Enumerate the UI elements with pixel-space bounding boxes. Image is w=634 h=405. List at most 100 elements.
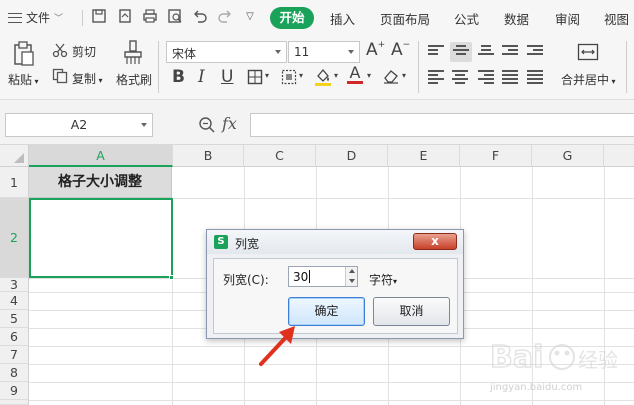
save-icon[interactable] xyxy=(90,8,108,26)
align-top-icon[interactable] xyxy=(428,45,444,58)
align-bottom-icon[interactable] xyxy=(478,45,494,58)
divider xyxy=(626,41,627,93)
spin-down-icon[interactable] xyxy=(349,279,355,283)
dialog-title: 列宽 xyxy=(235,237,260,251)
watermark-url: jingyan.baidu.com xyxy=(490,382,583,393)
dropdown-icon: ▾ xyxy=(96,76,103,85)
paste-icon[interactable] xyxy=(12,41,36,67)
dialog-body: 列宽(C): 30 字符▾ 确定 取消 xyxy=(213,258,458,334)
font-name-select[interactable]: 宋体 xyxy=(166,41,287,63)
row-header-9[interactable]: 9 xyxy=(0,382,29,400)
column-width-input[interactable]: 30 xyxy=(288,266,358,287)
tab-formulas[interactable]: 公式 xyxy=(454,9,479,28)
italic-icon[interactable]: I xyxy=(198,67,205,87)
align-center-icon[interactable] xyxy=(452,70,468,84)
dropdown-icon[interactable]: ▾ xyxy=(367,71,371,80)
decrease-indent-icon[interactable] xyxy=(502,45,518,58)
spin-up-icon[interactable] xyxy=(349,269,355,273)
column-header-c[interactable]: C xyxy=(244,145,316,167)
dropdown-icon[interactable]: ▾ xyxy=(402,71,406,80)
increase-font-icon[interactable]: A+ xyxy=(366,40,385,60)
paste-button[interactable]: 粘贴 ▾ xyxy=(8,71,39,88)
file-menu[interactable]: 文件 ﹀ xyxy=(8,9,63,26)
column-header-d[interactable]: D xyxy=(316,145,388,167)
cell-a2-selected[interactable] xyxy=(29,198,173,278)
column-header-h[interactable] xyxy=(604,145,634,167)
column-header-a[interactable]: A xyxy=(29,145,173,167)
copy-label: 复制 xyxy=(72,72,97,86)
font-name-value: 宋体 xyxy=(172,47,197,61)
format-painter-button[interactable]: 格式刷 xyxy=(116,71,152,88)
tab-view[interactable]: 视图 xyxy=(604,9,629,28)
dropdown-icon: ▾ xyxy=(609,77,616,86)
undo-icon[interactable] xyxy=(191,8,209,26)
row-header-10[interactable] xyxy=(0,400,29,405)
customize-toolbar-icon[interactable]: ▽ xyxy=(241,8,259,26)
dialog-titlebar[interactable]: S 列宽 x xyxy=(207,230,463,254)
row-header-4[interactable]: 4 xyxy=(0,292,29,310)
tab-page-layout[interactable]: 页面布局 xyxy=(380,9,430,28)
formula-input[interactable] xyxy=(250,113,634,137)
row-header-3[interactable]: 3 xyxy=(0,278,29,292)
increase-indent-icon[interactable] xyxy=(527,45,543,58)
select-all-corner[interactable] xyxy=(0,145,29,167)
row-header-8[interactable]: 8 xyxy=(0,364,29,382)
underline-icon[interactable]: U xyxy=(221,67,233,87)
column-header-g[interactable]: G xyxy=(532,145,604,167)
dropdown-icon[interactable]: ▾ xyxy=(265,71,269,80)
file-menu-label: 文件 xyxy=(26,11,51,25)
row-header-2[interactable]: 2 xyxy=(0,198,29,278)
decrease-font-icon[interactable]: A− xyxy=(391,40,410,60)
cut-button[interactable]: 剪切 xyxy=(72,43,96,60)
cell-a1[interactable]: 格子大小调整 xyxy=(29,167,172,198)
dropdown-icon[interactable]: ▾ xyxy=(299,71,303,80)
column-width-label: 列宽(C): xyxy=(223,273,269,287)
row-header-5[interactable]: 5 xyxy=(0,310,29,328)
insert-function-icon[interactable]: fx xyxy=(222,114,237,133)
export-pdf-icon[interactable] xyxy=(116,8,134,26)
align-right-icon[interactable] xyxy=(478,70,494,84)
print-icon[interactable] xyxy=(141,8,159,26)
divider xyxy=(82,10,83,26)
column-header-b[interactable]: B xyxy=(173,145,244,167)
clear-format-icon[interactable] xyxy=(382,68,400,84)
distributed-icon[interactable] xyxy=(527,70,543,84)
name-box-value: A2 xyxy=(70,117,88,132)
column-header-f[interactable]: F xyxy=(460,145,532,167)
dropdown-icon: ▾ xyxy=(32,77,39,86)
tab-home[interactable]: 开始 xyxy=(270,7,314,29)
redo-icon[interactable] xyxy=(216,8,234,26)
merge-center-label: 合并居中 xyxy=(561,73,610,87)
name-box[interactable]: A2 xyxy=(5,113,153,137)
bold-icon[interactable]: B xyxy=(172,67,185,87)
tab-review[interactable]: 审阅 xyxy=(555,9,580,28)
menu-bar: 文件 ﹀ ▽ 开始 插入 页面布局 公式 数据 审阅 视图 xyxy=(0,0,634,35)
align-left-icon[interactable] xyxy=(428,70,444,84)
close-button[interactable]: x xyxy=(413,233,457,250)
unit-select[interactable]: 字符▾ xyxy=(369,271,397,288)
print-preview-icon[interactable] xyxy=(166,8,184,26)
font-size-select[interactable]: 11 xyxy=(288,41,360,63)
svg-text:经验: 经验 xyxy=(578,348,618,372)
align-middle-icon[interactable] xyxy=(450,42,472,62)
row-header-1[interactable]: 1 xyxy=(0,167,29,198)
tab-insert[interactable]: 插入 xyxy=(330,9,355,28)
annotation-arrow-icon xyxy=(259,326,295,366)
dropdown-icon: ▾ xyxy=(393,277,398,286)
cancel-button[interactable]: 取消 xyxy=(373,297,450,326)
borders-icon[interactable] xyxy=(247,69,263,85)
column-header-e[interactable]: E xyxy=(388,145,460,167)
justify-icon[interactable] xyxy=(502,70,518,84)
row-header-7[interactable]: 7 xyxy=(0,346,29,364)
spinner[interactable] xyxy=(345,267,357,286)
fill-handle[interactable] xyxy=(169,275,174,280)
zoom-search-icon[interactable] xyxy=(198,116,216,134)
row-header-6[interactable]: 6 xyxy=(0,328,29,346)
merge-center-button[interactable]: 合并居中 ▾ xyxy=(561,71,616,88)
font-color-icon[interactable]: A xyxy=(347,65,363,85)
fill-color-icon[interactable] xyxy=(314,67,332,87)
dropdown-icon[interactable]: ▾ xyxy=(334,71,338,80)
tab-data[interactable]: 数据 xyxy=(504,9,529,28)
copy-button[interactable]: 复制 ▾ xyxy=(72,70,103,87)
fill-pattern-icon[interactable] xyxy=(281,69,297,85)
